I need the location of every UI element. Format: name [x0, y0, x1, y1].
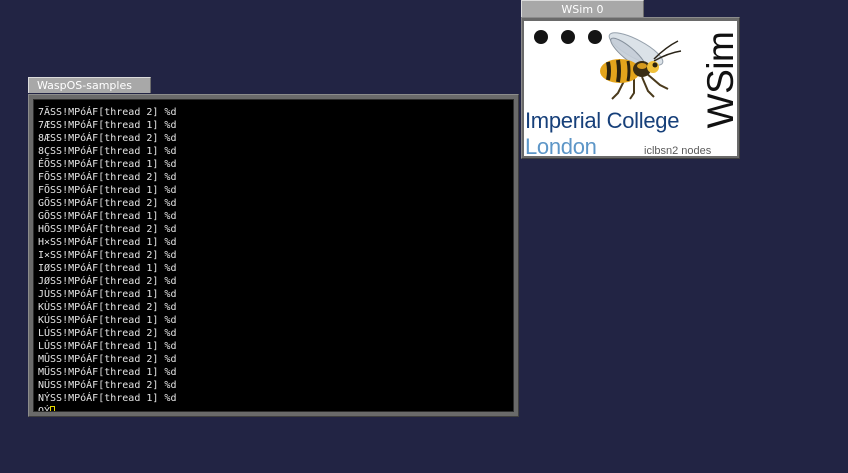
terminal-output-line: 7ÄSS!MPóÁF[thread 2] %d	[38, 107, 177, 118]
terminal-output-line: I×SS!MPóÁF[thread 2] %d	[38, 250, 177, 261]
wsim-panel: Imperial College London iclbsn2 nodes WS…	[524, 21, 737, 156]
terminal-output-line: NÝSS!MPóÁF[thread 1] %d	[38, 393, 177, 404]
terminal-window-title: WaspOS-samples	[37, 79, 132, 92]
wsim-window[interactable]: Imperial College London iclbsn2 nodes WS…	[521, 17, 740, 159]
terminal-output-line: MÜSS!MPóÁF[thread 1] %d	[38, 367, 177, 378]
terminal-output-line: LÚSS!MPóÁF[thread 2] %d	[38, 328, 177, 339]
imperial-college-logo-line2: London	[525, 134, 597, 157]
terminal-output-line: 7ÆSS!MPóÁF[thread 1] %d	[38, 120, 177, 131]
wsim-window-title-tab[interactable]: WSim 0	[521, 0, 644, 18]
terminal-output-line: KÚSS!MPóÁF[thread 1] %d	[38, 315, 177, 326]
terminal-output-line: 8ÇSS!MPóÁF[thread 1] %d	[38, 146, 177, 157]
terminal-output-line: JØSS!MPóÁF[thread 2] %d	[38, 276, 177, 287]
terminal-output-line: H×SS!MPóÁF[thread 1] %d	[38, 237, 177, 248]
terminal-output-line: LÛSS!MPóÁF[thread 1] %d	[38, 341, 177, 352]
terminal-output-line: FÕSS!MPóÁF[thread 1] %d	[38, 185, 177, 196]
led-icon	[534, 30, 548, 44]
wsim-vertical-text: WSim	[700, 31, 737, 129]
terminal-output-line: IØSS!MPóÁF[thread 1] %d	[38, 263, 177, 274]
terminal-window[interactable]: 7ÄSS!MPóÁF[thread 2] %d 7ÆSS!MPóÁF[thread…	[28, 94, 519, 417]
node-type-label: iclbsn2 nodes	[644, 145, 712, 156]
terminal-output-line: 8ÆSS!MPóÁF[thread 2] %d	[38, 133, 177, 144]
terminal-output-line: GÕSS!MPóÁF[thread 1] %d	[38, 211, 177, 222]
terminal-output-line: MÛSS!MPóÁF[thread 2] %d	[38, 354, 177, 365]
led-icon	[561, 30, 575, 44]
terminal-output-line: HÕSS!MPóÁF[thread 2] %d	[38, 224, 177, 235]
terminal-output-line: JÙSS!MPóÁF[thread 1] %d	[38, 289, 177, 300]
terminal-output-line: ÉÕSS!MPóÁF[thread 1] %d	[38, 159, 177, 170]
terminal-output-line: KÙSS!MPóÁF[thread 2] %d	[38, 302, 177, 313]
wsim-window-title: WSim 0	[561, 3, 604, 16]
terminal-prompt-line[interactable]: OÝ	[38, 405, 513, 412]
terminal-prompt-text: OÝ	[38, 406, 51, 412]
wasp-icon	[600, 32, 682, 100]
terminal-output-line: GÕSS!MPóÁF[thread 2] %d	[38, 198, 177, 209]
terminal-cursor	[50, 406, 56, 411]
imperial-college-logo-line1: Imperial College	[525, 108, 680, 133]
wsim-vertical-label: WSim	[700, 27, 737, 133]
terminal-window-title-tab[interactable]: WaspOS-samples	[28, 77, 151, 93]
terminal-output-line: NÜSS!MPóÁF[thread 2] %d	[38, 380, 177, 391]
terminal-output-line: FÕSS!MPóÁF[thread 2] %d	[38, 172, 177, 183]
terminal-output[interactable]: 7ÄSS!MPóÁF[thread 2] %d 7ÆSS!MPóÁF[thread…	[33, 99, 514, 412]
